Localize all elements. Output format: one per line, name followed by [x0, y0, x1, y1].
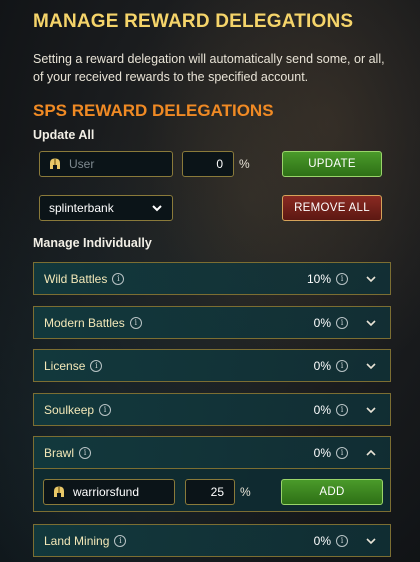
- helmet-icon: [54, 486, 64, 497]
- row-name: Land Mining: [44, 533, 110, 548]
- update-button[interactable]: UPDATE: [282, 151, 382, 177]
- row-license[interactable]: License i 0% i: [33, 349, 391, 382]
- info-icon[interactable]: i: [336, 446, 348, 459]
- chevron-down-icon: [152, 205, 162, 212]
- row-modern-battles[interactable]: Modern Battles i 0% i: [33, 306, 391, 339]
- user-placeholder: User: [69, 157, 95, 171]
- info-icon[interactable]: i: [99, 403, 112, 416]
- row-name: Brawl: [44, 445, 75, 460]
- info-icon[interactable]: i: [114, 534, 127, 547]
- brawl-expanded-panel: warriorsfund 25 % ADD: [33, 469, 391, 512]
- chevron-down-icon[interactable]: [364, 316, 378, 330]
- account-select[interactable]: splinterbank: [39, 195, 173, 221]
- chevron-down-icon[interactable]: [364, 403, 378, 417]
- row-name: Wild Battles: [44, 271, 108, 286]
- amount-input[interactable]: 0: [182, 151, 234, 177]
- update-all-label: Update All: [33, 128, 95, 142]
- brawl-amount-input[interactable]: 25: [185, 479, 235, 505]
- user-input[interactable]: User: [39, 151, 173, 177]
- brawl-percent-symbol: %: [240, 485, 251, 499]
- row-name: Modern Battles: [44, 315, 125, 330]
- section-title: SPS REWARD DELEGATIONS: [33, 101, 274, 120]
- chevron-up-icon[interactable]: [364, 446, 378, 460]
- info-icon[interactable]: i: [336, 272, 348, 285]
- row-percent: 0%: [313, 358, 331, 373]
- info-icon[interactable]: i: [336, 359, 348, 372]
- info-icon[interactable]: i: [336, 316, 348, 329]
- row-percent: 0%: [313, 533, 331, 548]
- brawl-account-value: warriorsfund: [73, 485, 140, 499]
- row-land-mining[interactable]: Land Mining i 0% i: [33, 524, 391, 557]
- manage-individually-label: Manage Individually: [33, 236, 152, 250]
- row-brawl[interactable]: Brawl i 0% i: [33, 436, 391, 469]
- row-soulkeep[interactable]: Soulkeep i 0% i: [33, 393, 391, 426]
- info-icon[interactable]: i: [112, 272, 125, 285]
- chevron-down-icon[interactable]: [364, 272, 378, 286]
- helmet-icon: [50, 158, 60, 169]
- row-percent: 0%: [313, 315, 331, 330]
- remove-all-button[interactable]: REMOVE ALL: [282, 195, 382, 221]
- percent-symbol: %: [239, 157, 250, 171]
- row-name: Soulkeep: [44, 402, 95, 417]
- row-name: License: [44, 358, 86, 373]
- info-icon[interactable]: i: [336, 534, 348, 547]
- row-wild-battles[interactable]: Wild Battles i 10% i: [33, 262, 391, 295]
- page-description: Setting a reward delegation will automat…: [33, 52, 385, 84]
- info-icon[interactable]: i: [90, 359, 103, 372]
- chevron-down-icon[interactable]: [364, 534, 378, 548]
- info-icon[interactable]: i: [336, 403, 348, 416]
- account-select-value: splinterbank: [49, 201, 114, 215]
- chevron-down-icon[interactable]: [364, 359, 378, 373]
- info-icon[interactable]: i: [79, 446, 92, 459]
- page-title: MANAGE REWARD DELEGATIONS: [33, 11, 354, 32]
- add-button[interactable]: ADD: [281, 479, 383, 505]
- brawl-account-input[interactable]: warriorsfund: [43, 479, 175, 505]
- row-percent: 0%: [313, 402, 331, 417]
- info-icon[interactable]: i: [129, 316, 142, 329]
- row-percent: 0%: [313, 445, 331, 460]
- amount-value: 0: [216, 157, 223, 171]
- brawl-amount-value: 25: [210, 485, 224, 499]
- row-percent: 10%: [306, 271, 331, 286]
